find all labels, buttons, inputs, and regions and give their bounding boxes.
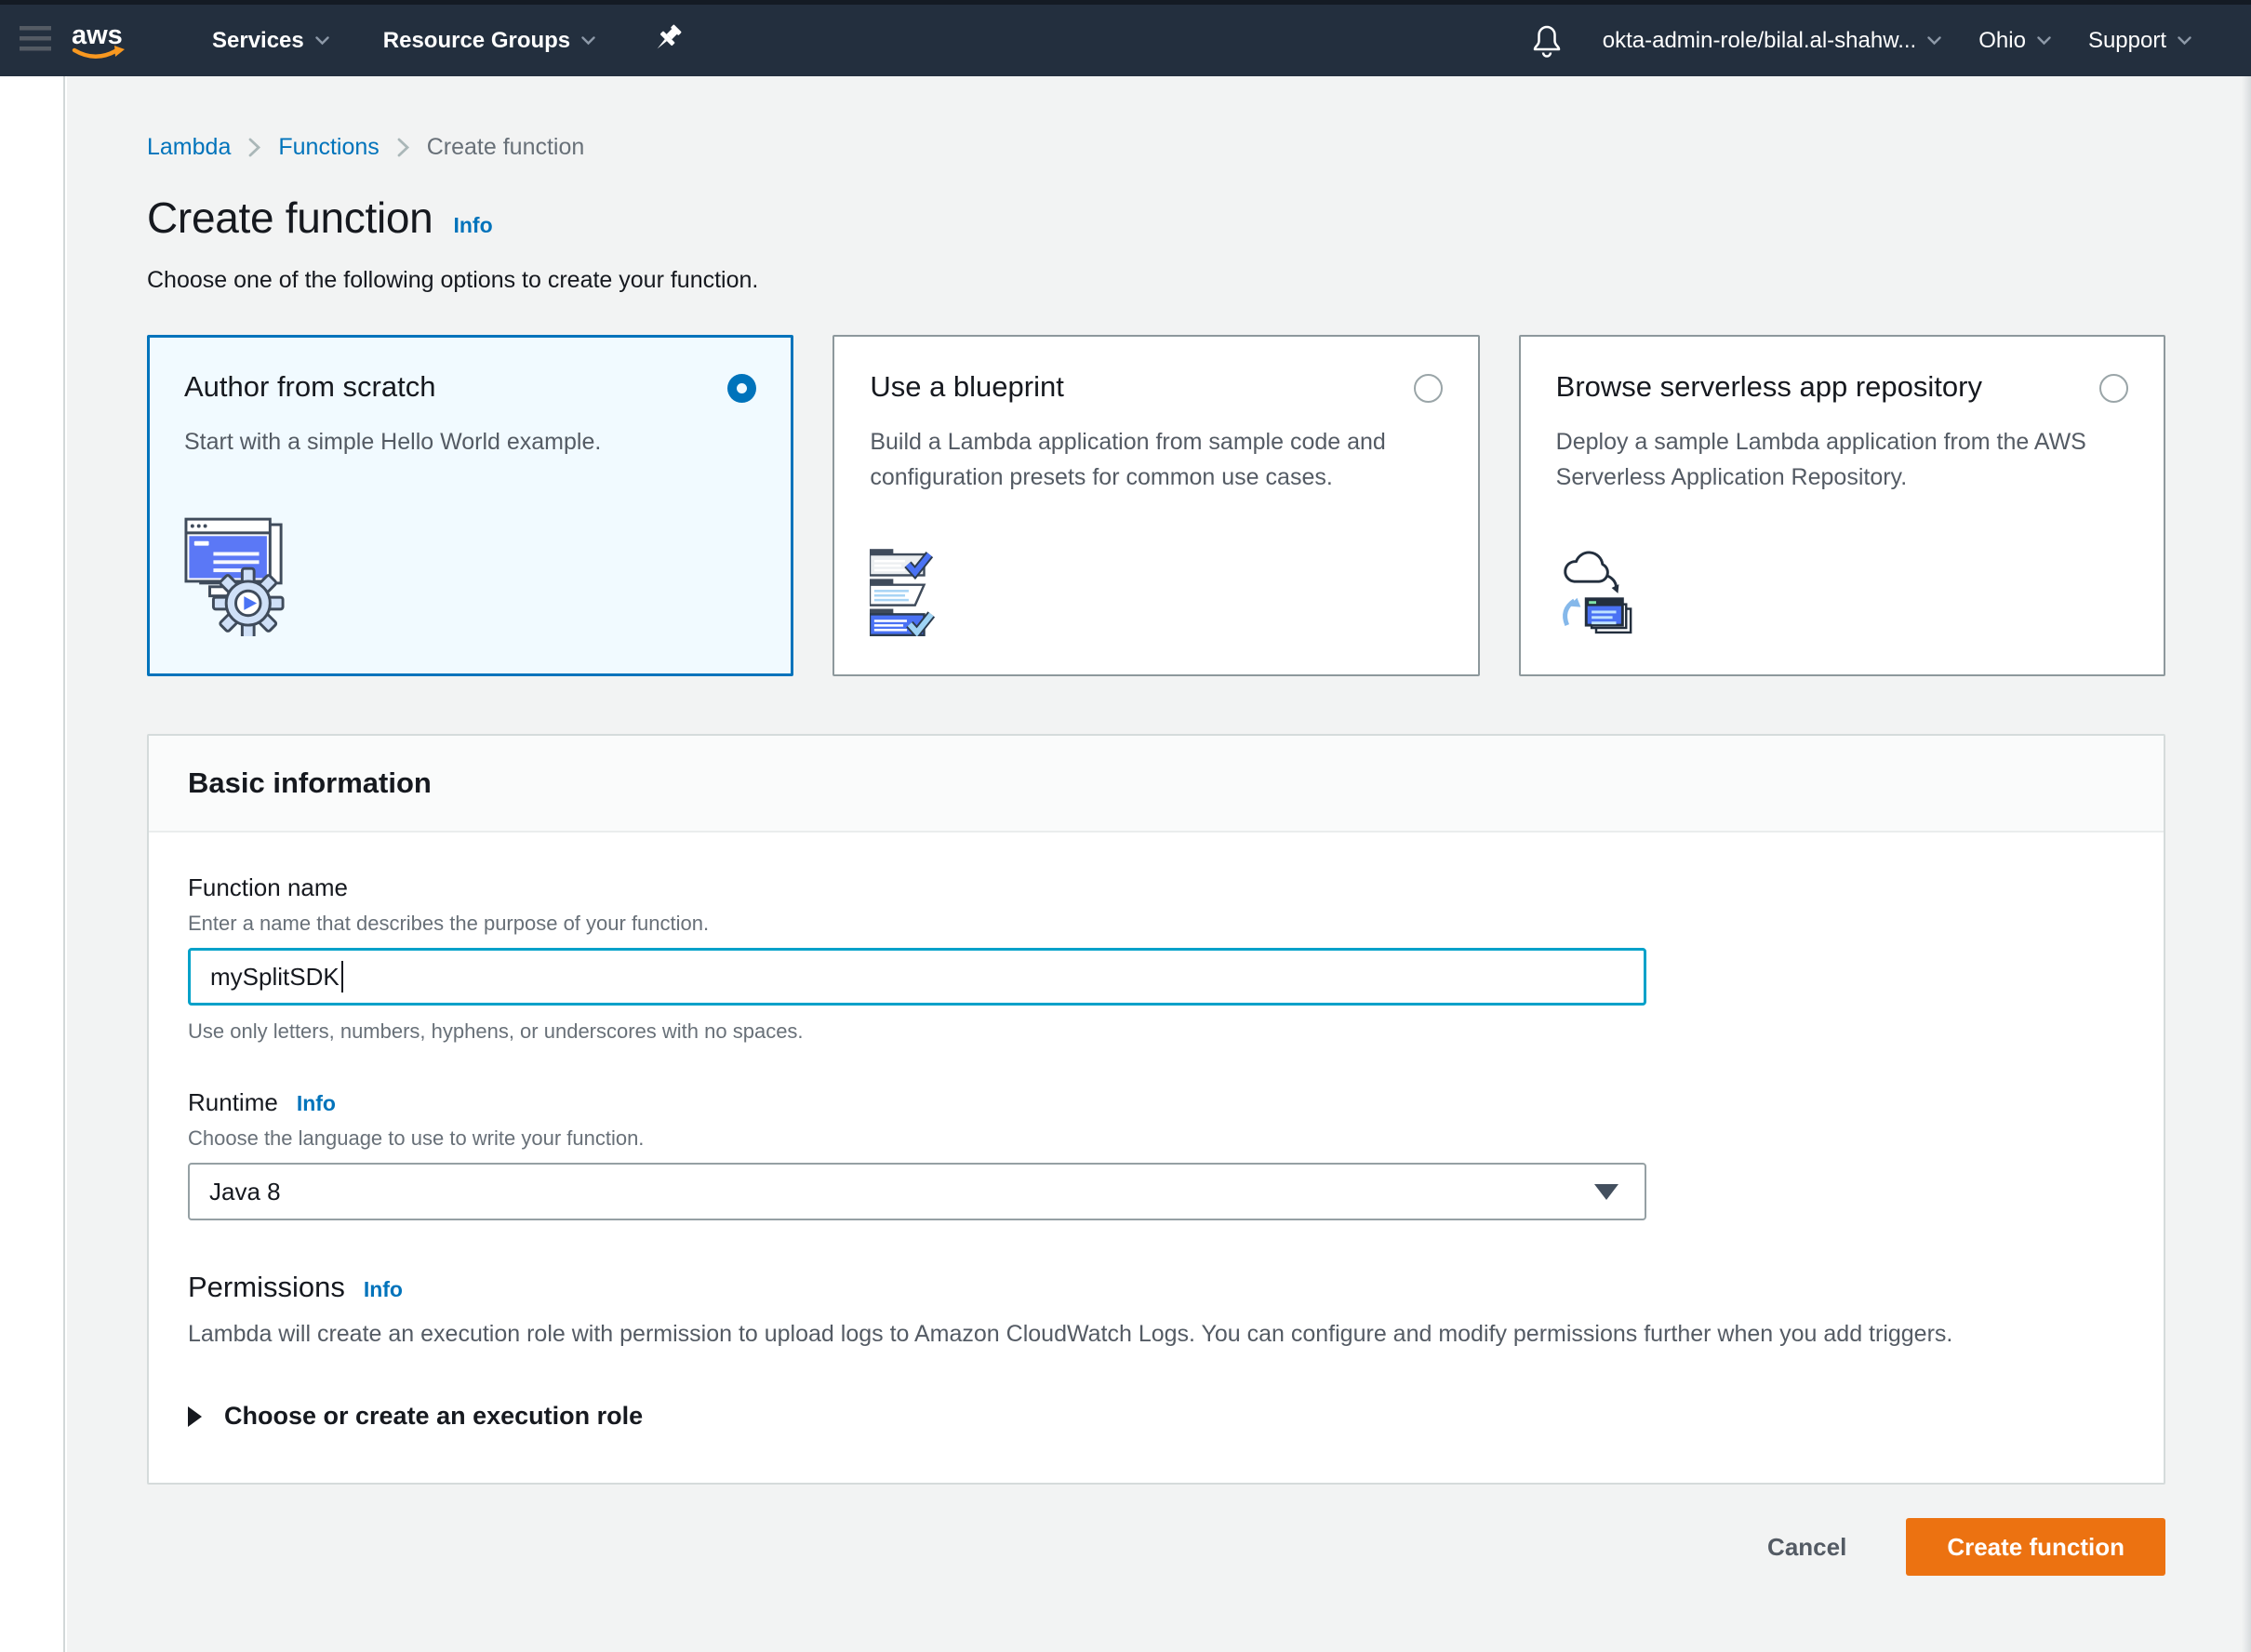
runtime-label: Runtime: [188, 1088, 278, 1117]
aws-console-page: aws Services Resource Groups: [0, 0, 2251, 1652]
permissions-info-link[interactable]: Info: [364, 1277, 403, 1302]
permissions-description: Lambda will create an execution role wit…: [188, 1321, 2124, 1348]
function-name-constraint: Use only letters, numbers, hyphens, or u…: [188, 1019, 2124, 1044]
notifications-button[interactable]: [1530, 22, 1562, 60]
serverless-repo-icon: [1556, 543, 2128, 641]
execution-role-expander[interactable]: Choose or create an execution role: [188, 1402, 2124, 1431]
support-label: Support: [2088, 28, 2166, 54]
pushpin-icon: [653, 24, 683, 58]
execution-role-expander-label: Choose or create an execution role: [224, 1402, 643, 1431]
card-author-from-scratch[interactable]: Author from scratch Start with a simple …: [147, 335, 793, 676]
creation-option-cards: Author from scratch Start with a simple …: [147, 335, 2165, 676]
panel-header: Basic information: [149, 736, 2164, 833]
runtime-selected-value: Java 8: [209, 1178, 281, 1206]
runtime-info-link[interactable]: Info: [297, 1091, 336, 1116]
chevron-down-icon: [1927, 36, 1941, 46]
svg-text:aws: aws: [72, 20, 123, 50]
nav-services[interactable]: Services: [212, 28, 329, 54]
nav-region-menu[interactable]: Ohio: [1978, 28, 2051, 54]
function-name-label: Function name: [188, 873, 2124, 902]
card-title: Use a blueprint: [870, 370, 1064, 404]
main-content: Lambda Functions Create function Create …: [67, 76, 2251, 1652]
create-function-button[interactable]: Create function: [1906, 1518, 2165, 1576]
author-from-scratch-icon: [184, 517, 756, 641]
top-navigation-bar: aws Services Resource Groups: [0, 5, 2251, 76]
card-title: Browse serverless app repository: [1556, 370, 1982, 404]
footer-actions: Cancel Create function: [147, 1518, 2165, 1576]
chevron-down-icon: [2178, 36, 2191, 46]
function-name-value: mySplitSDK: [210, 963, 340, 992]
left-sidebar-rail: [0, 76, 65, 1652]
card-use-a-blueprint[interactable]: Use a blueprint Build a Lambda applicati…: [832, 335, 1479, 676]
breadcrumb-current: Create function: [427, 134, 585, 161]
card-description: Deploy a sample Lambda application from …: [1556, 424, 2096, 495]
account-name-label: okta-admin-role/bilal.al-shahw...: [1603, 28, 1917, 54]
pinned-shortcuts-button[interactable]: [653, 24, 683, 58]
permissions-label: Permissions: [188, 1271, 345, 1304]
radio-unselected-icon[interactable]: [1414, 374, 1443, 403]
radio-selected-icon[interactable]: [727, 374, 756, 403]
function-name-input[interactable]: mySplitSDK: [188, 948, 1646, 1006]
runtime-help: Choose the language to use to write your…: [188, 1126, 2124, 1151]
radio-unselected-icon[interactable]: [2099, 374, 2128, 403]
nav-account-menu[interactable]: okta-admin-role/bilal.al-shahw...: [1603, 28, 1942, 54]
breadcrumb-functions[interactable]: Functions: [278, 134, 379, 161]
vertical-scrollbar[interactable]: [2242, 76, 2251, 1652]
basic-information-panel: Basic information Function name Enter a …: [147, 734, 2165, 1485]
runtime-select[interactable]: Java 8: [188, 1163, 1646, 1220]
blueprint-icon: [870, 549, 1442, 641]
breadcrumb-lambda[interactable]: Lambda: [147, 134, 231, 161]
title-info-link[interactable]: Info: [453, 213, 492, 238]
card-title: Author from scratch: [184, 370, 435, 404]
aws-logo[interactable]: aws: [69, 20, 130, 62]
breadcrumb-chevron-icon: [247, 137, 261, 158]
card-description: Start with a simple Hello World example.: [184, 424, 724, 460]
dropdown-arrow-icon: [1594, 1184, 1618, 1200]
region-label: Ohio: [1978, 28, 2026, 54]
chevron-down-icon: [315, 36, 329, 46]
nav-resource-groups-label: Resource Groups: [383, 28, 570, 54]
page-subtitle: Choose one of the following options to c…: [147, 267, 2165, 294]
sidebar-toggle-button[interactable]: [20, 26, 51, 56]
card-browse-serverless-app-repository[interactable]: Browse serverless app repository Deploy …: [1519, 335, 2165, 676]
nav-right-group: okta-admin-role/bilal.al-shahw... Ohio S…: [1530, 22, 2191, 60]
card-description: Build a Lambda application from sample c…: [870, 424, 1409, 495]
hamburger-menu-icon: [20, 26, 51, 51]
caret-right-icon: [188, 1406, 202, 1427]
breadcrumb-chevron-icon: [396, 137, 410, 158]
page-title: Create function: [147, 193, 433, 243]
bell-icon: [1530, 22, 1562, 60]
page-title-row: Create function Info: [147, 193, 2165, 243]
nav-services-label: Services: [212, 28, 304, 54]
chevron-down-icon: [2037, 36, 2051, 46]
function-name-help: Enter a name that describes the purpose …: [188, 912, 2124, 936]
chevron-down-icon: [581, 36, 595, 46]
text-cursor: [341, 961, 344, 993]
nav-support-menu[interactable]: Support: [2088, 28, 2191, 54]
breadcrumb: Lambda Functions Create function: [147, 134, 2165, 161]
aws-logo-icon: aws: [69, 20, 130, 62]
nav-resource-groups[interactable]: Resource Groups: [383, 28, 595, 54]
cancel-button[interactable]: Cancel: [1762, 1532, 1852, 1563]
